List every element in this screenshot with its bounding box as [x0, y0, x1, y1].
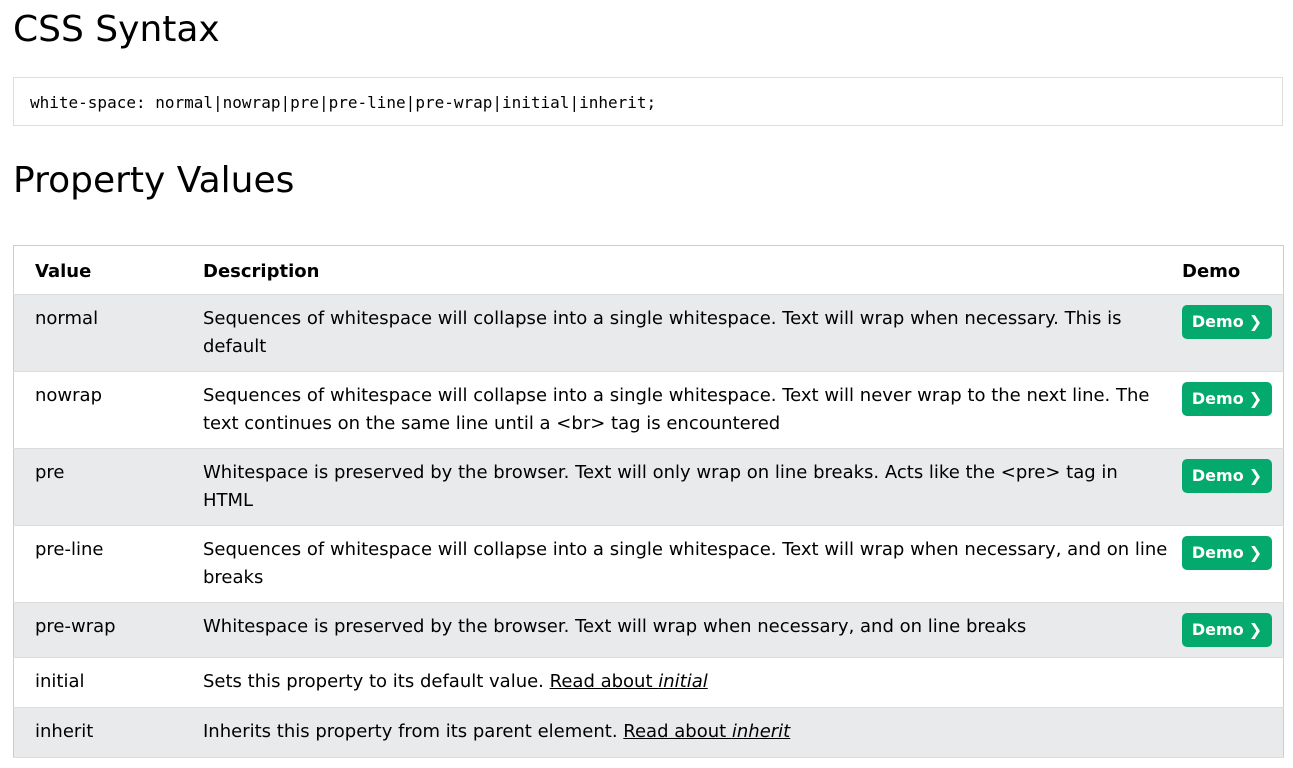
- row-value: normal: [13, 294, 182, 372]
- row-demo-cell: Demo ❯: [1172, 448, 1284, 526]
- chevron-right-icon: ❯: [1248, 389, 1263, 408]
- table-row: nowrap Sequences of whitespace will coll…: [13, 371, 1284, 449]
- row-demo-cell: Demo ❯: [1172, 602, 1284, 658]
- table-header-row: Value Description Demo: [13, 245, 1284, 295]
- chevron-right-icon: ❯: [1248, 620, 1263, 639]
- row-description: Sets this property to its default value.…: [182, 657, 1172, 708]
- demo-button[interactable]: Demo ❯: [1182, 536, 1272, 570]
- row-description: Whitespace is preserved by the browser. …: [182, 602, 1172, 658]
- link-text: Read about: [549, 671, 659, 692]
- header-description: Description: [182, 245, 1172, 295]
- row-description: Inherits this property from its parent e…: [182, 707, 1172, 758]
- demo-button-label: Demo: [1191, 543, 1244, 562]
- row-demo-cell: [1172, 657, 1284, 708]
- link-emphasis: inherit: [731, 721, 791, 742]
- table-row: inherit Inherits this property from its …: [13, 707, 1284, 758]
- chevron-right-icon: ❯: [1248, 466, 1263, 485]
- chevron-right-icon: ❯: [1248, 543, 1263, 562]
- css-syntax-heading: CSS Syntax: [13, 9, 220, 50]
- header-value: Value: [13, 245, 182, 295]
- row-value: pre-wrap: [13, 602, 182, 658]
- link-text: Read about: [623, 721, 732, 742]
- demo-button-label: Demo: [1191, 620, 1244, 639]
- read-about-initial-link[interactable]: Read about initial: [550, 671, 708, 692]
- property-values-heading: Property Values: [13, 160, 295, 201]
- row-description-text: Inherits this property from its parent e…: [203, 721, 618, 742]
- page: CSS Syntax white-space: normal|nowrap|pr…: [0, 0, 1293, 768]
- table-row: normal Sequences of whitespace will coll…: [13, 294, 1284, 372]
- demo-button-label: Demo: [1191, 466, 1244, 485]
- demo-button-label: Demo: [1191, 312, 1244, 331]
- link-emphasis: initial: [658, 671, 708, 692]
- row-demo-cell: Demo ❯: [1172, 371, 1284, 449]
- row-value: pre: [13, 448, 182, 526]
- table-row: pre Whitespace is preserved by the brows…: [13, 448, 1284, 526]
- demo-button[interactable]: Demo ❯: [1182, 613, 1272, 647]
- demo-button[interactable]: Demo ❯: [1182, 305, 1272, 339]
- demo-button[interactable]: Demo ❯: [1182, 382, 1272, 416]
- row-value: pre-line: [13, 525, 182, 603]
- row-description: Sequences of whitespace will collapse in…: [182, 371, 1172, 449]
- table-row: pre-line Sequences of whitespace will co…: [13, 525, 1284, 603]
- syntax-code-box: white-space: normal|nowrap|pre|pre-line|…: [13, 77, 1283, 126]
- demo-button-label: Demo: [1191, 389, 1244, 408]
- row-description: Sequences of whitespace will collapse in…: [182, 294, 1172, 372]
- row-demo-cell: Demo ❯: [1172, 525, 1284, 603]
- demo-button[interactable]: Demo ❯: [1182, 459, 1272, 493]
- chevron-right-icon: ❯: [1248, 312, 1263, 331]
- property-values-table: Value Description Demo normal Sequences …: [13, 245, 1284, 758]
- row-value: inherit: [13, 707, 182, 758]
- row-description: Sequences of whitespace will collapse in…: [182, 525, 1172, 603]
- row-demo-cell: Demo ❯: [1172, 294, 1284, 372]
- header-demo: Demo: [1172, 245, 1284, 295]
- row-value: nowrap: [13, 371, 182, 449]
- row-demo-cell: [1172, 707, 1284, 758]
- row-value: initial: [13, 657, 182, 708]
- read-about-inherit-link[interactable]: Read about inherit: [623, 721, 790, 742]
- row-description: Whitespace is preserved by the browser. …: [182, 448, 1172, 526]
- row-description-text: Sets this property to its default value.: [203, 671, 544, 692]
- table-row: pre-wrap Whitespace is preserved by the …: [13, 602, 1284, 658]
- table-row: initial Sets this property to its defaul…: [13, 657, 1284, 708]
